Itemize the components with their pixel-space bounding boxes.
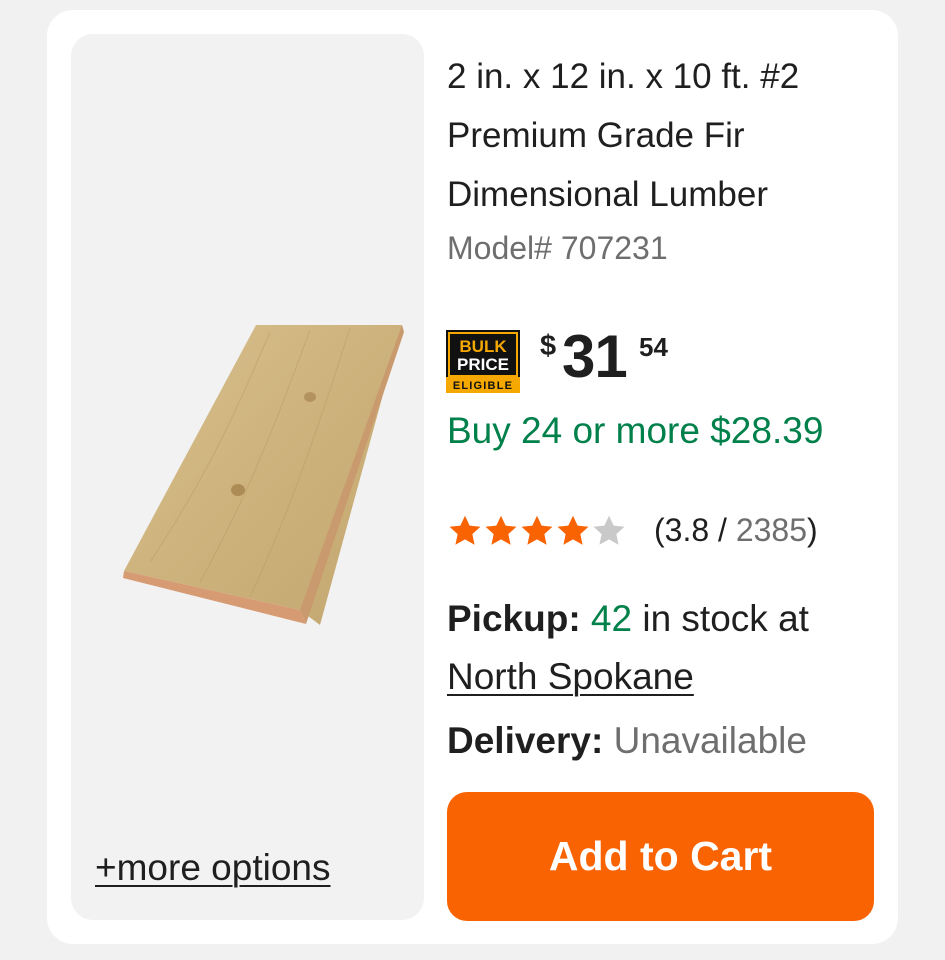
- title-line-3[interactable]: Dimensional Lumber: [447, 175, 768, 214]
- review-count: 2385: [735, 512, 807, 548]
- pickup-label: Pickup:: [447, 598, 581, 639]
- more-options-link[interactable]: +more options: [95, 847, 331, 889]
- star-filled-icon: [485, 515, 517, 545]
- title-line-1[interactable]: 2 in. x 12 in. x 10 ft. #2: [447, 57, 799, 96]
- product-image[interactable]: [120, 322, 404, 627]
- price-currency: $: [540, 330, 557, 362]
- rating-separator: /: [709, 512, 736, 548]
- model-number: Model# 707231: [447, 230, 668, 266]
- star-rating[interactable]: [447, 513, 627, 549]
- delivery-status: Unavailable: [613, 720, 807, 761]
- product-title[interactable]: 2 in. x 12 in. x 10 ft. #2 Premium Grade…: [447, 47, 877, 224]
- store-link[interactable]: North Spokane: [447, 656, 694, 697]
- bulk-price-badge: BULK PRICE ELIGIBLE: [446, 330, 520, 393]
- star-filled-icon: [521, 515, 553, 545]
- star-filled-icon: [557, 515, 589, 545]
- bulk-offer: Buy 24 or more $28.39: [447, 410, 824, 451]
- rating-open-paren: (: [654, 512, 665, 548]
- rating-close-paren: ): [807, 512, 818, 548]
- rating[interactable]: (3.8 / 2385): [447, 508, 818, 553]
- stock-count: 42: [590, 598, 633, 639]
- add-to-cart-button[interactable]: Add to Cart: [447, 792, 874, 921]
- badge-line-2: PRICE: [457, 355, 509, 374]
- delivery-info: Delivery: Unavailable: [447, 720, 807, 762]
- price-cents: 54: [639, 332, 668, 362]
- title-line-2[interactable]: Premium Grade Fir: [447, 116, 745, 155]
- badge-line-3: ELIGIBLE: [453, 380, 513, 392]
- rating-score: 3.8: [664, 512, 710, 548]
- price-dollars: 31: [562, 323, 628, 390]
- badge-line-1: BULK: [459, 337, 507, 356]
- delivery-label: Delivery:: [447, 720, 604, 761]
- star-empty-icon: [593, 515, 625, 545]
- rating-summary[interactable]: (3.8 / 2385): [654, 512, 818, 549]
- pickup-info: Pickup: 42 in stock at North Spokane: [447, 590, 877, 706]
- star-filled-icon: [449, 515, 481, 545]
- stock-text: in stock at: [632, 598, 809, 639]
